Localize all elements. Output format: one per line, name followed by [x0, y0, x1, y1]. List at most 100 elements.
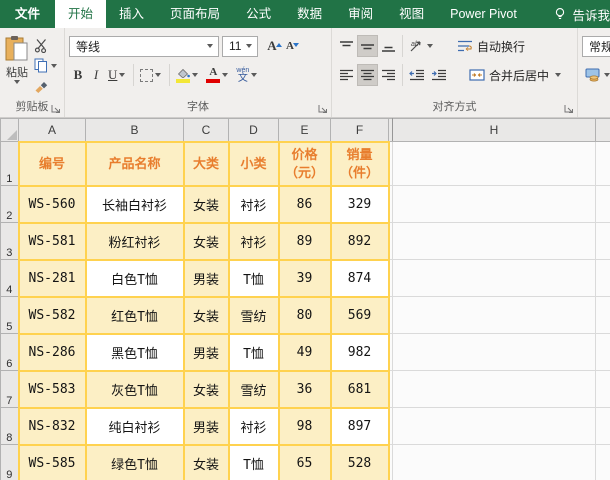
cell[interactable]: WS-585	[17, 443, 87, 480]
tab-page-layout[interactable]: 页面布局	[157, 0, 233, 28]
cell[interactable]: 白色T恤	[84, 258, 185, 298]
cell[interactable]: 86	[277, 184, 332, 224]
row-header-5[interactable]: 5	[0, 296, 19, 334]
align-center-button[interactable]	[357, 64, 378, 86]
cell[interactable]: 982	[329, 332, 390, 372]
cell[interactable]: NS-286	[17, 332, 87, 372]
orientation-button[interactable]: ab	[406, 35, 438, 57]
accounting-dropdown-arrow[interactable]	[604, 73, 610, 77]
cell[interactable]	[392, 407, 596, 445]
wrap-text-button[interactable]: 自动换行	[454, 35, 528, 57]
cell[interactable]: 49	[277, 332, 332, 372]
row-header-9[interactable]: 9	[0, 444, 19, 480]
tab-power-pivot[interactable]: Power Pivot	[437, 0, 530, 28]
cell[interactable]: 女装	[182, 443, 230, 480]
row-header-6[interactable]: 6	[0, 333, 19, 371]
cell[interactable]	[392, 141, 596, 186]
cell[interactable]: WS-560	[17, 184, 87, 224]
italic-button[interactable]: I	[87, 64, 105, 86]
cell[interactable]	[392, 259, 596, 297]
cut-button[interactable]	[34, 36, 59, 55]
tab-insert[interactable]: 插入	[106, 0, 157, 28]
cell[interactable]: NS-281	[17, 258, 87, 298]
tab-data[interactable]: 数据	[284, 0, 335, 28]
font-color-button[interactable]: A	[203, 64, 233, 86]
cell[interactable]	[392, 333, 596, 371]
cell[interactable]: 编号	[17, 140, 87, 187]
alignment-dialog-launcher[interactable]	[564, 104, 574, 114]
phonetic-dropdown-arrow[interactable]	[251, 73, 258, 77]
underline-button[interactable]: U	[105, 64, 130, 86]
cell[interactable]: T恤	[227, 332, 280, 372]
font-name-combo[interactable]: 等线	[69, 35, 219, 57]
row-header-3[interactable]: 3	[0, 222, 19, 260]
cell[interactable]: 衬衫	[227, 184, 280, 224]
copy-dropdown-arrow[interactable]	[51, 63, 57, 68]
fill-color-dropdown-arrow[interactable]	[192, 73, 199, 77]
select-all-corner[interactable]	[0, 118, 19, 142]
increase-indent-button[interactable]	[428, 64, 450, 86]
cell[interactable]	[595, 333, 610, 371]
cell[interactable]: 897	[329, 406, 390, 446]
cell[interactable]	[595, 141, 610, 186]
font-size-dropdown-arrow[interactable]	[246, 44, 252, 48]
cell[interactable]: 528	[329, 443, 390, 480]
align-middle-button[interactable]	[357, 35, 378, 57]
font-size-combo[interactable]: 11	[222, 35, 258, 57]
clipboard-dialog-launcher[interactable]	[51, 104, 61, 114]
cell[interactable]: 粉红衬衫	[84, 221, 185, 261]
col-header-D[interactable]: D	[228, 118, 279, 142]
row-header-8[interactable]: 8	[0, 407, 19, 445]
cell[interactable]: WS-583	[17, 369, 87, 409]
cell[interactable]: T恤	[227, 258, 280, 298]
col-header-B[interactable]: B	[85, 118, 184, 142]
tab-file[interactable]: 文件	[0, 0, 55, 28]
cell[interactable]: 纯白衬衫	[84, 406, 185, 446]
col-header-C[interactable]: C	[183, 118, 229, 142]
tab-review[interactable]: 审阅	[335, 0, 386, 28]
cell[interactable]: 女装	[182, 184, 230, 224]
font-color-dropdown-arrow[interactable]	[222, 73, 229, 77]
cell[interactable]: 569	[329, 295, 390, 335]
cell[interactable]	[595, 296, 610, 334]
cell[interactable]: NS-832	[17, 406, 87, 446]
cell[interactable]: 36	[277, 369, 332, 409]
cell[interactable]: 衬衫	[227, 406, 280, 446]
align-bottom-button[interactable]	[378, 35, 399, 57]
cell[interactable]: 衬衫	[227, 221, 280, 261]
cell[interactable]: 80	[277, 295, 332, 335]
cell[interactable]: 红色T恤	[84, 295, 185, 335]
orientation-dropdown-arrow[interactable]	[427, 44, 433, 48]
cell[interactable]: 98	[277, 406, 332, 446]
cell[interactable]: 雪纺	[227, 295, 280, 335]
underline-dropdown-arrow[interactable]	[119, 73, 126, 77]
decrease-indent-button[interactable]	[406, 64, 428, 86]
font-name-dropdown-arrow[interactable]	[207, 44, 213, 48]
cell[interactable]: 长袖白衬衫	[84, 184, 185, 224]
cell[interactable]	[595, 222, 610, 260]
cell[interactable]: 39	[277, 258, 332, 298]
cell[interactable]	[595, 370, 610, 408]
cell[interactable]: 灰色T恤	[84, 369, 185, 409]
align-left-button[interactable]	[336, 64, 357, 86]
paste-dropdown-arrow[interactable]	[14, 80, 20, 84]
cell[interactable]: 雪纺	[227, 369, 280, 409]
align-top-button[interactable]	[336, 35, 357, 57]
tab-home[interactable]: 开始	[55, 0, 107, 28]
font-dialog-launcher[interactable]	[318, 104, 328, 114]
cell[interactable]: 89	[277, 221, 332, 261]
cell[interactable]: 女装	[182, 369, 230, 409]
cell[interactable]: 329	[329, 184, 390, 224]
cell[interactable]: T恤	[227, 443, 280, 480]
cell[interactable]: 男装	[182, 332, 230, 372]
borders-dropdown-arrow[interactable]	[155, 73, 162, 77]
number-format-combo[interactable]: 常规	[582, 35, 610, 57]
cell[interactable]	[595, 185, 610, 223]
cell[interactable]: 65	[277, 443, 332, 480]
tab-formulas[interactable]: 公式	[233, 0, 284, 28]
cell[interactable]	[392, 444, 596, 480]
merge-center-dropdown-arrow[interactable]	[555, 73, 562, 77]
cell[interactable]	[392, 296, 596, 334]
row-header-1[interactable]: 1	[0, 141, 19, 186]
col-header-E[interactable]: E	[278, 118, 331, 142]
